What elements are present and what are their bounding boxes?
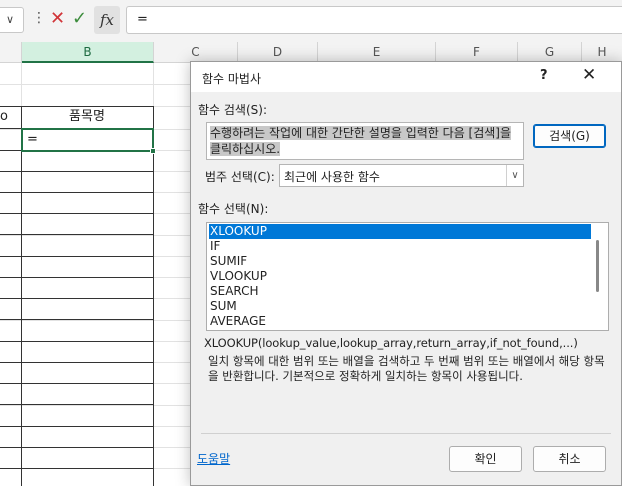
table-row-border xyxy=(0,468,154,469)
partial-header-cell[interactable]: o xyxy=(0,106,8,127)
function-item-sum[interactable]: SUM xyxy=(209,299,591,314)
insert-function-button[interactable]: fx xyxy=(94,6,120,34)
column-header-c[interactable]: C xyxy=(154,42,238,63)
category-value: 최근에 사용한 함수 xyxy=(284,170,380,184)
category-label: 범주 선택(C): xyxy=(205,170,275,184)
column-header-partial[interactable] xyxy=(0,42,22,63)
function-wizard-dialog: 함수 마법사 ? ✕ 함수 검색(S): 수행하려는 작업에 대한 간단한 설명… xyxy=(190,61,622,486)
name-box-dropdown[interactable]: ∨ xyxy=(0,7,24,33)
list-scrollbar[interactable] xyxy=(596,240,599,292)
search-button[interactable]: 검색(G) xyxy=(533,124,606,148)
column-header-f[interactable]: F xyxy=(436,42,518,63)
function-item-if[interactable]: IF xyxy=(209,239,591,254)
table-column-border xyxy=(21,106,22,486)
column-headers: B C D E F G H xyxy=(0,42,622,63)
function-item-xlookup[interactable]: XLOOKUP xyxy=(209,224,591,239)
table-row-border xyxy=(0,213,154,214)
ok-button[interactable]: 확인 xyxy=(449,446,522,472)
function-list-label: 함수 선택(N): xyxy=(198,202,269,216)
table-row-border xyxy=(0,341,154,342)
table-row-border xyxy=(0,171,154,172)
function-item-average[interactable]: AVERAGE xyxy=(209,314,591,329)
formula-value: = xyxy=(137,12,148,27)
formula-bar: ∨ ⋮ ✕ ✓ fx = xyxy=(0,0,622,42)
dialog-title: 함수 마법사 xyxy=(202,72,262,86)
function-item-search[interactable]: SEARCH xyxy=(209,284,591,299)
function-item-vlookup[interactable]: VLOOKUP xyxy=(209,269,591,284)
column-header-e[interactable]: E xyxy=(318,42,436,63)
chevron-down-icon: ∨ xyxy=(506,165,523,186)
table-row-border xyxy=(0,319,154,320)
table-row-border xyxy=(0,404,154,405)
active-cell-value: = xyxy=(27,132,38,147)
dialog-titlebar[interactable]: 함수 마법사 ? ✕ xyxy=(191,62,621,92)
function-search-input[interactable]: 수행하려는 작업에 대한 간단한 설명을 입력한 다음 [검색]을 클릭하십시오… xyxy=(206,122,524,160)
formula-input[interactable]: = xyxy=(126,6,622,34)
table-row-border xyxy=(0,447,154,448)
function-signature: XLOOKUP(lookup_value,lookup_array,return… xyxy=(204,336,578,350)
help-link[interactable]: 도움말 xyxy=(197,450,230,467)
fill-handle[interactable] xyxy=(150,148,156,154)
table-row-border xyxy=(0,426,154,427)
excel-window: ∨ ⋮ ✕ ✓ fx = B C D E F G H o 품목명 = 함수 마법… xyxy=(0,0,622,486)
item-name-header-cell[interactable]: 품목명 xyxy=(22,106,152,127)
table-row-border xyxy=(0,298,154,299)
table-row-border xyxy=(0,192,154,193)
search-label: 함수 검색(S): xyxy=(198,103,267,117)
column-header-d[interactable]: D xyxy=(238,42,318,63)
table-row-border xyxy=(0,256,154,257)
cancel-button[interactable]: 취소 xyxy=(533,446,606,472)
column-header-h[interactable]: H xyxy=(582,42,622,63)
function-description: 일치 항목에 대한 범위 또는 배열을 검색하고 두 번째 범위 또는 배열에서… xyxy=(208,354,605,383)
table-row-border xyxy=(0,277,154,278)
category-select[interactable]: 최근에 사용한 함수 ∨ xyxy=(279,164,524,187)
table-row-border xyxy=(0,383,154,384)
table-column-border xyxy=(153,106,154,486)
cancel-icon[interactable]: ✕ xyxy=(50,8,65,29)
formula-buttons: ✕ ✓ fx xyxy=(44,6,120,34)
close-icon[interactable]: ✕ xyxy=(582,65,596,85)
enter-icon[interactable]: ✓ xyxy=(72,8,87,29)
chevron-down-icon: ∨ xyxy=(6,13,15,26)
search-text: 수행하려는 작업에 대한 간단한 설명을 입력한 다음 [검색]을 클릭하십시오… xyxy=(210,126,512,156)
column-header-g[interactable]: G xyxy=(518,42,582,63)
table-row-border xyxy=(0,234,154,235)
function-list[interactable]: XLOOKUP IF SUMIF VLOOKUP SEARCH SUM AVER… xyxy=(206,222,609,331)
function-item-sumif[interactable]: SUMIF xyxy=(209,254,591,269)
table-row-border xyxy=(0,362,154,363)
help-icon[interactable]: ? xyxy=(540,68,548,83)
divider xyxy=(201,433,611,434)
active-cell[interactable]: = xyxy=(21,128,154,152)
column-header-b[interactable]: B xyxy=(22,42,154,63)
